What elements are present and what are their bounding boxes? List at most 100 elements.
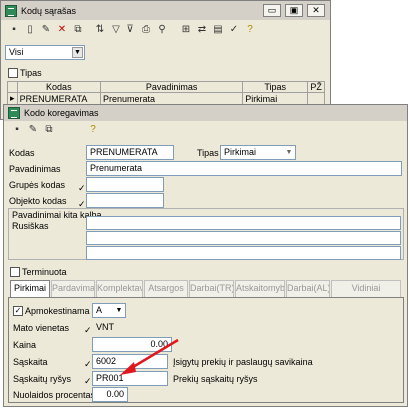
- find-icon[interactable]: ⚲: [155, 23, 169, 37]
- edit-document-icon[interactable]: ✎: [39, 23, 53, 37]
- calc-icon[interactable]: ▤: [211, 23, 225, 37]
- edit-window: Kodo koregavimas ▪ ✎ ⧉ ? Kodas PRENUMERA…: [3, 104, 408, 407]
- tab-darbai-al[interactable]: Darbai(AL): [286, 280, 330, 297]
- saskaitu-rysys-field[interactable]: PR001: [92, 371, 168, 386]
- cell-pavadinimas[interactable]: Prenumerata: [99, 92, 244, 105]
- tab-panel-pirkimai: ✓ Apmokestinama A ▼ Mato vienetas ✓ VNT …: [8, 297, 404, 403]
- tab-komplektavimas[interactable]: Komplektavi: [96, 280, 143, 297]
- required-check-icon: ✓: [84, 325, 92, 335]
- saskaita-field[interactable]: 6002: [92, 354, 168, 369]
- tab-atskaitomybe[interactable]: Atskaitomybė: [235, 280, 285, 297]
- mato-vienetas-label: Mato vienetas: [13, 323, 70, 333]
- save-icon[interactable]: ▪: [7, 23, 21, 37]
- saskaita-label: Sąskaita: [13, 357, 48, 367]
- minimize-button[interactable]: ▭: [263, 4, 281, 17]
- saskaitu-rysys-description: Prekių sąskaitų ryšys: [173, 374, 258, 384]
- help-icon[interactable]: ?: [86, 123, 100, 137]
- rusiskas-label: Rusiškas: [12, 221, 49, 231]
- kodas-field[interactable]: PRENUMERATA: [86, 145, 174, 160]
- move-icon[interactable]: ⇄: [195, 23, 209, 37]
- tipas-select-value: Pirkimai: [224, 147, 257, 157]
- window-app-icon: [5, 4, 17, 17]
- sort-icon[interactable]: ⇅: [93, 23, 107, 37]
- tipas-checkbox[interactable]: [8, 68, 18, 78]
- tree-icon[interactable]: ⊞: [179, 23, 193, 37]
- edit-document-icon[interactable]: ✎: [26, 123, 40, 137]
- close-button[interactable]: ✕: [307, 4, 325, 17]
- objekto-kodas-label: Objekto kodas: [9, 196, 67, 206]
- cell-tipas[interactable]: Pirkimai: [242, 92, 309, 105]
- apmokestinama-label: Apmokestinama: [25, 306, 90, 316]
- col-header-kodas[interactable]: Kodas: [16, 81, 101, 93]
- tipas-label: Tipas: [197, 148, 219, 158]
- required-check-icon: ✓: [78, 183, 86, 193]
- tab-pirkimai[interactable]: Pirkimai: [10, 280, 50, 298]
- new-document-icon[interactable]: ▯: [23, 23, 37, 37]
- tab-strip: Pirkimai Pardavimai Komplektavi Atsargos…: [10, 280, 406, 298]
- kodas-label: Kodas: [9, 148, 35, 158]
- apmokestinama-select[interactable]: A ▼: [92, 303, 126, 318]
- terminuota-label: Terminuota: [22, 267, 67, 277]
- copy-icon[interactable]: ⧉: [42, 123, 56, 137]
- other-language-box: Pavadinimai kita kalba Rusiškas: [8, 208, 404, 260]
- help-icon[interactable]: ?: [243, 23, 257, 37]
- tab-vidiniai[interactable]: Vidiniai: [331, 280, 401, 297]
- list-window-titlebar: Kodų sąrašas ▭ ▣ ✕: [1, 1, 330, 20]
- col-header-marker: [7, 81, 18, 93]
- col-header-pavadinimas[interactable]: Pavadinimas: [99, 81, 244, 93]
- cell-pz[interactable]: [307, 92, 325, 105]
- chevron-down-icon: ▼: [285, 149, 293, 156]
- col-header-tipas[interactable]: Tipas: [242, 81, 309, 93]
- kaina-label: Kaina: [13, 340, 37, 350]
- apmokestinama-checkbox[interactable]: ✓: [13, 306, 23, 316]
- rusiskas-field-2[interactable]: [86, 231, 401, 245]
- saskaita-description: Įsigytų prekių ir paslaugų savikaina: [173, 357, 313, 367]
- delete-icon[interactable]: ✕: [55, 23, 69, 37]
- check-icon[interactable]: ✓: [227, 23, 241, 37]
- row-marker: ▸: [7, 92, 18, 105]
- tab-pardavimai[interactable]: Pardavimai: [51, 280, 95, 297]
- chevron-down-icon: ▼: [115, 307, 123, 314]
- codes-table: Kodas Pavadinimas Tipas PŽ ▸ PRENUMERATA…: [7, 81, 325, 105]
- required-check-icon: ✓: [84, 359, 92, 369]
- save-icon[interactable]: ▪: [10, 123, 24, 137]
- table-row[interactable]: ▸ PRENUMERATA Prenumerata Pirkimai: [7, 92, 325, 105]
- grupes-kodas-label: Grupės kodas: [9, 180, 66, 190]
- kaina-field[interactable]: 0.00: [92, 337, 172, 352]
- pavadinimas-field[interactable]: Prenumerata: [86, 161, 402, 176]
- edit-window-title: Kodo koregavimas: [24, 108, 99, 118]
- terminuota-checkbox[interactable]: [10, 267, 20, 277]
- required-check-icon: ✓: [84, 376, 92, 386]
- col-header-pz[interactable]: PŽ: [307, 81, 325, 93]
- nuolaidos-procentas-label: Nuolaidos procentas: [13, 390, 96, 400]
- objekto-kodas-field[interactable]: [86, 193, 164, 208]
- copy-icon[interactable]: ⧉: [71, 23, 85, 37]
- rusiskas-field-1[interactable]: [86, 216, 401, 230]
- nuolaidos-procentas-field[interactable]: 0.00: [92, 387, 128, 402]
- filter-icon[interactable]: ▽: [109, 23, 123, 37]
- tab-darbai-tr[interactable]: Darbai(TR): [189, 280, 234, 297]
- mato-vienetas-value[interactable]: VNT: [96, 322, 114, 332]
- maximize-button[interactable]: ▣: [285, 4, 303, 17]
- edit-toolbar: ▪ ✎ ⧉ ?: [10, 123, 110, 137]
- pavadinimas-label: Pavadinimas: [9, 164, 61, 174]
- tipas-checkbox-label: Tipas: [20, 68, 42, 78]
- list-window: Kodų sąrašas ▭ ▣ ✕ ▪ ▯ ✎ ✕ ⧉ ⇅ ▽ ⊽ ⎙ ⚲ ⊞…: [0, 0, 331, 120]
- chevron-down-icon: ▼: [72, 47, 83, 58]
- grupes-kodas-field[interactable]: [86, 177, 164, 192]
- table-header: Kodas Pavadinimas Tipas PŽ: [7, 81, 325, 93]
- saskaitu-rysys-label: Sąskaitų ryšys: [13, 374, 72, 384]
- edit-window-titlebar: Kodo koregavimas: [4, 105, 407, 121]
- apmokestinama-value: A: [96, 305, 103, 315]
- tab-atsargos[interactable]: Atsargos: [144, 280, 188, 297]
- cell-kodas[interactable]: PRENUMERATA: [16, 92, 101, 105]
- filter-select-value: Visi: [9, 47, 24, 57]
- print-icon[interactable]: ⎙: [139, 23, 153, 37]
- rusiskas-field-3[interactable]: [86, 246, 401, 260]
- filter-edit-icon[interactable]: ⊽: [123, 23, 137, 37]
- tipas-select[interactable]: Pirkimai ▼: [220, 145, 296, 160]
- window-app-icon: [8, 107, 20, 119]
- list-toolbar: ▪ ▯ ✎ ✕ ⧉ ⇅ ▽ ⊽ ⎙ ⚲ ⊞ ⇄ ▤ ✓ ?: [5, 23, 325, 39]
- list-window-title: Kodų sąrašas: [21, 5, 77, 16]
- filter-select[interactable]: Visi ▼: [5, 45, 85, 60]
